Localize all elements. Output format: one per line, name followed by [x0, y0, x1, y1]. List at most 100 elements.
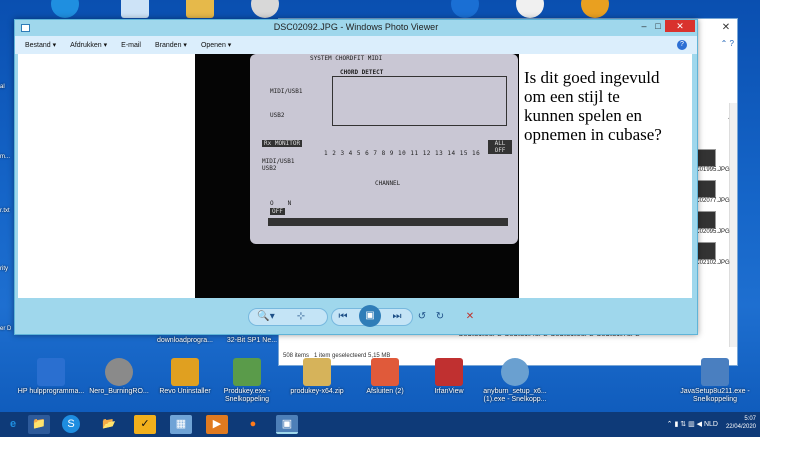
desktop-icon-label: JavaSetup8u211.exe - Snelkoppeling [680, 388, 750, 403]
lcd-off-row: OFF [270, 208, 285, 215]
desktop-icon[interactable]: JavaSetup8u211.exe - Snelkoppeling [680, 358, 750, 404]
photo-viewer-taskbar-icon[interactable]: ▣ [276, 415, 298, 434]
previous-icon[interactable]: ⏮ [335, 309, 351, 325]
norton-taskbar-icon[interactable]: ✓ [134, 415, 156, 434]
lcd-midi-usb1-row: MIDI/USB1 [262, 158, 295, 165]
firefox-taskbar-icon[interactable]: ● [242, 415, 264, 434]
desktop-icon[interactable]: Produkey.exe - Snelkoppeling [212, 358, 282, 404]
desktop-label-download[interactable]: downloadprogra... [150, 337, 220, 345]
edge-label-2: m... [0, 154, 10, 160]
hp-icon [451, 0, 479, 18]
desktop-icon-label: Nero_BurningRO... [89, 388, 149, 395]
delete-icon[interactable]: ✕ [463, 309, 477, 325]
desktop-icon[interactable]: anyburn_setup_x6... (1).exe - Snelkopp..… [480, 358, 550, 404]
desktop-icon[interactable]: HP hulpprogramma... [16, 358, 86, 396]
desktop-icon-label: Afsluiten (2) [366, 388, 404, 395]
menu-label: Branden [155, 42, 182, 49]
desktop-icon-label: produkey-x64.zip [290, 388, 344, 395]
desktop-icon-label: IrfanView [434, 388, 464, 395]
desktop-icon-top-2[interactable] [100, 0, 170, 20]
menu-label: Bestand [25, 42, 51, 49]
lcd-tabs: SYSTEM CHORDFIT MIDI [310, 55, 383, 62]
language-indicator[interactable]: NLD [704, 421, 718, 428]
menu-email[interactable]: E-mail [121, 42, 141, 49]
overlay-question-text: Is dit goed ingevuld om een stijl te kun… [524, 68, 662, 144]
explorer-scrollbar[interactable] [729, 103, 737, 347]
shutdown-icon [371, 358, 399, 386]
lcd-rx-monitor: Rx MONITOR [262, 140, 303, 147]
lcd-usb2-row: USB2 [262, 165, 277, 172]
rotate-left-icon[interactable]: ↺ [415, 309, 429, 325]
menu-bestand[interactable]: Bestand ▾ [25, 41, 56, 49]
photo: SYSTEM CHORDFIT MIDI CHORD DETECT MIDI/U… [195, 54, 519, 298]
next-icon[interactable]: ⏭ [389, 309, 405, 325]
explorer-expand-icon[interactable]: ⌃ ? [721, 39, 734, 48]
close-button[interactable]: ✕ [665, 20, 695, 32]
program-icon [581, 0, 609, 18]
lcd-midi-usb1: MIDI/USB1 [270, 88, 303, 95]
panda-icon [516, 0, 544, 18]
photo-viewer-window: DSC02092.JPG - Windows Photo Viewer – □ … [14, 19, 698, 335]
desktop-icon-top-5[interactable] [430, 0, 500, 20]
desktop: al m... r.txt rity er D ✕ ⌃ ? ⌕ DSC01995… [0, 0, 760, 437]
desktop-icon-top-6[interactable] [495, 0, 565, 20]
desktop-icon-label: Revo Uninstaller [159, 388, 211, 395]
desktop-icon-top-4[interactable] [230, 0, 300, 20]
desktop-icon-top-7[interactable] [560, 0, 630, 20]
edge-label-1: al [0, 84, 5, 90]
menu-label: E-mail [121, 41, 141, 49]
folder-taskbar-icon[interactable]: 📂 [98, 415, 120, 434]
irfanview-icon [435, 358, 463, 386]
menu-branden[interactable]: Branden ▾ [155, 41, 187, 49]
desktop-icon[interactable]: Afsluiten (2) [350, 358, 420, 396]
lcd-chord-detect: CHORD DETECT [340, 69, 384, 76]
lcd-arrow-buttons [268, 218, 508, 226]
zip-icon [303, 358, 331, 386]
anyburn-icon [501, 358, 529, 386]
photos-taskbar-icon[interactable]: ▦ [170, 415, 192, 434]
clock[interactable]: 5:07 22/04/2020 [726, 415, 756, 431]
desktop-icon[interactable]: Nero_BurningRO... [84, 358, 154, 396]
edge-label-3: r.txt [0, 208, 10, 214]
menu-afdrukken[interactable]: Afdrukken ▾ [70, 41, 107, 49]
desktop-icon[interactable]: Revo Uninstaller [150, 358, 220, 396]
system-tray-icons[interactable]: ⌃ ▮ ⇅ ▥ ◀ NLD [667, 420, 718, 428]
menu-openen[interactable]: Openen ▾ [201, 41, 231, 49]
fit-window-icon[interactable]: ⊹ [293, 309, 309, 325]
viewer-menubar: Bestand ▾ Afdrukken ▾ E-mail Branden ▾ O… [15, 36, 697, 54]
rotate-right-icon[interactable]: ↻ [433, 309, 447, 325]
menu-label: Openen [200, 42, 226, 49]
slideshow-button[interactable]: ▣ [359, 305, 381, 327]
disc-icon [251, 0, 279, 18]
viewer-titlebar: DSC02092.JPG - Windows Photo Viewer – □ … [15, 20, 697, 36]
java-icon [701, 358, 729, 386]
maximize-button[interactable]: □ [651, 20, 665, 32]
skype-taskbar-icon[interactable]: S [62, 415, 80, 433]
lcd-all-off: ALL OFF [488, 140, 512, 154]
zoom-icon[interactable]: 🔍▾ [255, 309, 277, 325]
edge-label-4: rity [0, 266, 8, 272]
clock-date: 22/04/2020 [725, 424, 756, 430]
edge-icon [51, 0, 79, 18]
window-controls: – □ ✕ [637, 20, 695, 32]
desktop-label-32bit[interactable]: 32-Bit SP1 Ne... [222, 337, 282, 345]
lcd-channel-numbers: 1 2 3 4 5 6 7 8 9 10 11 12 13 14 15 16 [324, 150, 481, 157]
file-explorer-taskbar-icon[interactable]: 📁 [28, 415, 50, 434]
lcd-usb2: USB2 [270, 112, 285, 119]
lcd-on-row: ON [270, 200, 306, 207]
edge-taskbar-icon[interactable]: e [2, 415, 24, 434]
media-taskbar-icon[interactable]: ▶ [206, 415, 228, 434]
explorer-close-button[interactable]: ✕ [715, 19, 737, 37]
taskbar: e 📁 S 📂 ✓ ▦ ▶ ● ▣ ⌃ ▮ ⇅ ▥ ◀ NLD 5:07 22/… [0, 412, 760, 437]
produkey-icon [233, 358, 261, 386]
desktop-icon-label: HP hulpprogramma... [17, 388, 85, 395]
desktop-icon[interactable]: IrfanView [414, 358, 484, 396]
desktop-icon-label: anyburn_setup_x6... (1).exe - Snelkopp..… [483, 388, 547, 403]
clock-time: 5:07 [744, 416, 756, 422]
lcd-chord-grid [332, 76, 507, 126]
help-icon[interactable]: ? [677, 40, 687, 50]
desktop-icon-top-3[interactable] [165, 0, 235, 20]
desktop-icon-edge[interactable] [30, 0, 100, 20]
minimize-button[interactable]: – [637, 20, 651, 32]
desktop-icon[interactable]: produkey-x64.zip [282, 358, 352, 396]
